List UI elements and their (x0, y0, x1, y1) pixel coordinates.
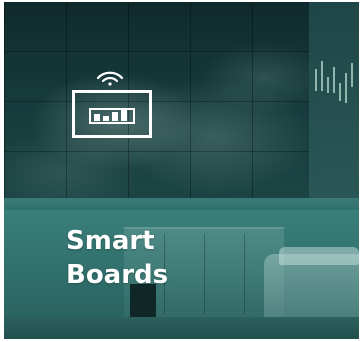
tile-title: Smart Boards (66, 224, 246, 292)
video-wall-grid (4, 2, 359, 202)
smart-boards-tile[interactable]: Smart Boards (4, 2, 359, 339)
floor (4, 317, 359, 339)
tile-title-line-1: Smart (66, 226, 155, 256)
stock-candles-decoration (309, 57, 359, 127)
smart-board-chart-icon (72, 90, 152, 138)
wifi-icon (96, 71, 124, 86)
tile-title-line-2: Boards (66, 260, 169, 290)
